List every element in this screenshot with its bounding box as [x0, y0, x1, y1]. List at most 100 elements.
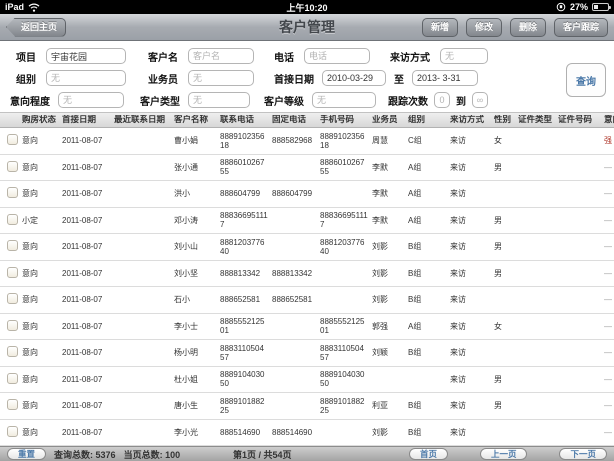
cell-group: C组 — [408, 136, 450, 145]
table-row[interactable]: 意向2011-08-07刘小山888120377640888120377640刘… — [0, 234, 614, 261]
cell-intent: — — [604, 216, 614, 225]
reset-button[interactable]: 重置 — [7, 448, 46, 460]
delete-button[interactable]: 删除 — [510, 18, 546, 37]
cell-status: 意向 — [22, 375, 62, 384]
table-row[interactable]: 意向2011-08-07唐小生888910188225888910188225利… — [0, 393, 614, 420]
row-checkbox[interactable] — [7, 134, 18, 145]
cell-first_date: 2011-08-07 — [62, 136, 114, 145]
cell-group: B组 — [408, 242, 450, 251]
table-body: 意向2011-08-07曹小娟8889102356188885829688889… — [0, 128, 614, 446]
cell-first_date: 2011-08-07 — [62, 216, 114, 225]
customer-track-button[interactable]: 客户跟踪 — [554, 18, 608, 37]
cell-name: 刘小山 — [174, 242, 220, 251]
prev-page-button[interactable]: 上一页 — [480, 448, 528, 460]
cell-visit: 来访 — [450, 216, 494, 225]
table-row[interactable]: 意向2011-08-07张小通888601026755888601026755李… — [0, 155, 614, 182]
table-row[interactable]: 意向2011-08-07曹小娟8889102356188885829688889… — [0, 128, 614, 155]
customer-name-label: 客户名 — [148, 49, 178, 64]
cell-salesman: 李默 — [372, 189, 408, 198]
intent-level-label: 意向程度 — [10, 93, 50, 108]
cell-name: 刘小坚 — [174, 269, 220, 278]
cell-contact_phone: 888813342 — [220, 269, 272, 278]
group-input[interactable] — [46, 70, 126, 86]
edit-button[interactable]: 修改 — [466, 18, 502, 37]
cell-first_date: 2011-08-07 — [62, 242, 114, 251]
page-total-value: 100 — [165, 450, 180, 460]
row-checkbox[interactable] — [7, 346, 18, 357]
cell-first_date: 2011-08-07 — [62, 375, 114, 384]
track-to-input[interactable] — [472, 92, 488, 108]
column-header-mobile: 手机号码 — [320, 115, 372, 125]
cell-visit: 来访 — [450, 269, 494, 278]
cell-visit: 来访 — [450, 401, 494, 410]
back-home-button[interactable]: 返回主页 — [6, 18, 66, 37]
row-checkbox[interactable] — [7, 320, 18, 331]
table-row[interactable]: 意向2011-08-07刘小坚888813342888813342刘影B组来访男… — [0, 261, 614, 288]
cell-intent: — — [604, 163, 614, 172]
row-checkbox[interactable] — [7, 161, 18, 172]
row-checkbox[interactable] — [7, 267, 18, 278]
customer-name-input[interactable] — [188, 48, 254, 64]
cell-status: 意向 — [22, 269, 62, 278]
column-header-salesman: 业务员 — [372, 115, 408, 125]
table-row[interactable]: 意向2011-08-07杜小姐888910403050888910403050来… — [0, 367, 614, 394]
cell-name: 张小通 — [174, 163, 220, 172]
cell-gender: 男 — [494, 375, 518, 384]
customer-type-input[interactable] — [188, 92, 250, 108]
cell-name: 杨小明 — [174, 348, 220, 357]
search-button[interactable]: 查询 — [566, 63, 606, 97]
table-row[interactable]: 意向2011-08-07李小光888514690888514690刘影B组来访— — [0, 420, 614, 447]
cell-status: 意向 — [22, 428, 62, 437]
cell-mobile: 888366951117 — [320, 211, 372, 229]
cell-first_date: 2011-08-07 — [62, 269, 114, 278]
date-to-input[interactable] — [412, 70, 478, 86]
add-button[interactable]: 新增 — [422, 18, 458, 37]
project-input[interactable] — [46, 48, 126, 64]
cell-contact_phone: 888366951117 — [220, 211, 272, 229]
first-date-label: 首接日期 — [274, 71, 314, 86]
date-from-input[interactable] — [322, 70, 386, 86]
next-page-button[interactable]: 下一页 — [559, 448, 607, 460]
first-page-button[interactable]: 首页 — [409, 448, 448, 460]
column-header-name: 客户名称 — [174, 115, 220, 125]
cell-status: 意向 — [22, 295, 62, 304]
table-row[interactable]: 意向2011-08-07杨小明888311050457888311050457刘… — [0, 340, 614, 367]
phone-input[interactable] — [304, 48, 370, 64]
customer-level-input[interactable] — [312, 92, 376, 108]
table-row[interactable]: 意向2011-08-07石小888652581888652581刘影B组来访— — [0, 287, 614, 314]
row-checkbox[interactable] — [7, 293, 18, 304]
cell-visit: 来访 — [450, 189, 494, 198]
page-info: 第1页 / 共54页 — [233, 448, 292, 461]
row-checkbox[interactable] — [7, 240, 18, 251]
row-checkbox[interactable] — [7, 426, 18, 437]
cell-visit: 来访 — [450, 242, 494, 251]
project-label: 项目 — [16, 49, 36, 64]
table-row[interactable]: 意向2011-08-07洪小888604799888604799李默A组来访— — [0, 181, 614, 208]
row-checkbox[interactable] — [7, 214, 18, 225]
salesman-input[interactable] — [188, 70, 254, 86]
carrier-label: iPad — [5, 2, 24, 12]
cell-contact_phone: 888601026755 — [220, 158, 272, 176]
row-checkbox[interactable] — [7, 373, 18, 384]
cell-intent: — — [604, 428, 614, 437]
customer-management-screen: iPad 上午10:20 27% 客户管理 返回主页 新增 修改 删除 客户跟踪 — [0, 0, 614, 461]
cell-contact_phone: 888652581 — [220, 295, 272, 304]
rotation-lock-icon — [556, 2, 566, 12]
visit-method-input[interactable] — [440, 48, 488, 64]
cell-salesman: 刘影 — [372, 242, 408, 251]
row-checkbox[interactable] — [7, 399, 18, 410]
cell-mobile: 888910235618 — [320, 132, 372, 150]
cell-group: B组 — [408, 295, 450, 304]
cell-contact_phone: 888910403050 — [220, 370, 272, 388]
table-row[interactable]: 小定2011-08-07邓小涛888366951117888366951117李… — [0, 208, 614, 235]
cell-first_date: 2011-08-07 — [62, 348, 114, 357]
cell-gender: 男 — [494, 401, 518, 410]
intent-level-input[interactable] — [58, 92, 124, 108]
nav-bar: 客户管理 返回主页 新增 修改 删除 客户跟踪 — [0, 14, 614, 41]
cell-group: A组 — [408, 163, 450, 172]
cell-gender: 男 — [494, 216, 518, 225]
row-checkbox[interactable] — [7, 187, 18, 198]
column-header-contact_phone: 联系电话 — [220, 115, 272, 125]
track-from-input[interactable] — [434, 92, 450, 108]
table-row[interactable]: 意向2011-08-07李小士888555212501888555212501郭… — [0, 314, 614, 341]
